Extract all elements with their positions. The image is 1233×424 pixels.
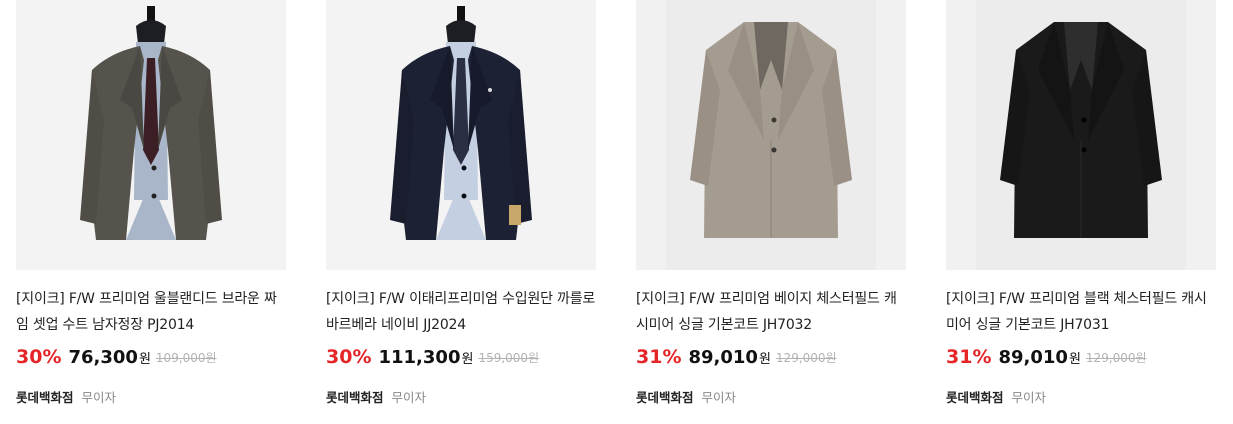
product-meta: 롯데백화점 무이자	[946, 387, 1216, 406]
installment-badge: 무이자	[81, 390, 117, 405]
product-image[interactable]	[326, 0, 596, 270]
price-row: 30% 76,300 원 109,000원	[16, 341, 286, 373]
product-card[interactable]: [지이크] F/W 이태리프리미엄 수입원단 까를로바르베라 네이비 JJ202…	[326, 0, 596, 406]
navy-suit-jacket-icon	[390, 6, 532, 240]
product-card[interactable]: [지이크] F/W 프리미엄 블랙 체스터필드 캐시미어 싱글 기본코트 JH7…	[946, 0, 1216, 406]
original-price: 109,000원	[155, 350, 217, 365]
product-image[interactable]	[946, 0, 1216, 270]
black-chesterfield-coat-icon	[976, 0, 1186, 270]
product-title[interactable]: [지이크] F/W 이태리프리미엄 수입원단 까를로바르베라 네이비 JJ202…	[326, 286, 596, 338]
original-price: 129,000원	[775, 350, 837, 365]
beige-chesterfield-coat-icon	[666, 0, 876, 270]
installment-badge: 무이자	[1011, 390, 1047, 405]
price-row: 30% 111,300 원 159,000원	[326, 341, 596, 373]
discount-rate: 30%	[16, 346, 62, 368]
discount-rate: 31%	[636, 346, 682, 368]
sale-price: 89,010	[998, 346, 1068, 368]
product-title[interactable]: [지이크] F/W 프리미엄 베이지 체스터필드 캐시미어 싱글 기본코트 JH…	[636, 286, 906, 338]
store-name[interactable]: 롯데백화점	[636, 387, 694, 406]
currency-unit: 원	[758, 351, 771, 367]
currency-unit: 원	[461, 351, 474, 367]
currency-unit: 원	[1068, 351, 1081, 367]
product-meta: 롯데백화점 무이자	[636, 387, 906, 406]
price-row: 31% 89,010 원 129,000원	[946, 341, 1216, 373]
product-title[interactable]: [지이크] F/W 프리미엄 울블랜디드 브라운 짜임 셋업 수트 남자정장 P…	[16, 286, 286, 338]
installment-badge: 무이자	[391, 390, 427, 405]
store-name[interactable]: 롯데백화점	[946, 387, 1004, 406]
original-price: 159,000원	[478, 350, 540, 365]
installment-badge: 무이자	[701, 390, 737, 405]
product-meta: 롯데백화점 무이자	[16, 387, 286, 406]
discount-rate: 30%	[326, 346, 372, 368]
brown-check-suit-jacket-icon	[80, 6, 222, 240]
store-name[interactable]: 롯데백화점	[326, 387, 384, 406]
price-row: 31% 89,010 원 129,000원	[636, 341, 906, 373]
product-card[interactable]: [지이크] F/W 프리미엄 울블랜디드 브라운 짜임 셋업 수트 남자정장 P…	[16, 0, 286, 406]
product-image[interactable]	[636, 0, 906, 270]
store-name[interactable]: 롯데백화점	[16, 387, 74, 406]
discount-rate: 31%	[946, 346, 992, 368]
original-price: 129,000원	[1085, 350, 1147, 365]
product-card[interactable]: [지이크] F/W 프리미엄 베이지 체스터필드 캐시미어 싱글 기본코트 JH…	[636, 0, 906, 406]
sale-price: 89,010	[688, 346, 758, 368]
currency-unit: 원	[138, 351, 151, 367]
product-image[interactable]	[16, 0, 286, 270]
product-grid: [지이크] F/W 프리미엄 울블랜디드 브라운 짜임 셋업 수트 남자정장 P…	[0, 0, 1233, 424]
sale-price: 76,300	[68, 346, 138, 368]
sale-price: 111,300	[378, 346, 461, 368]
product-meta: 롯데백화점 무이자	[326, 387, 596, 406]
product-title[interactable]: [지이크] F/W 프리미엄 블랙 체스터필드 캐시미어 싱글 기본코트 JH7…	[946, 286, 1216, 338]
